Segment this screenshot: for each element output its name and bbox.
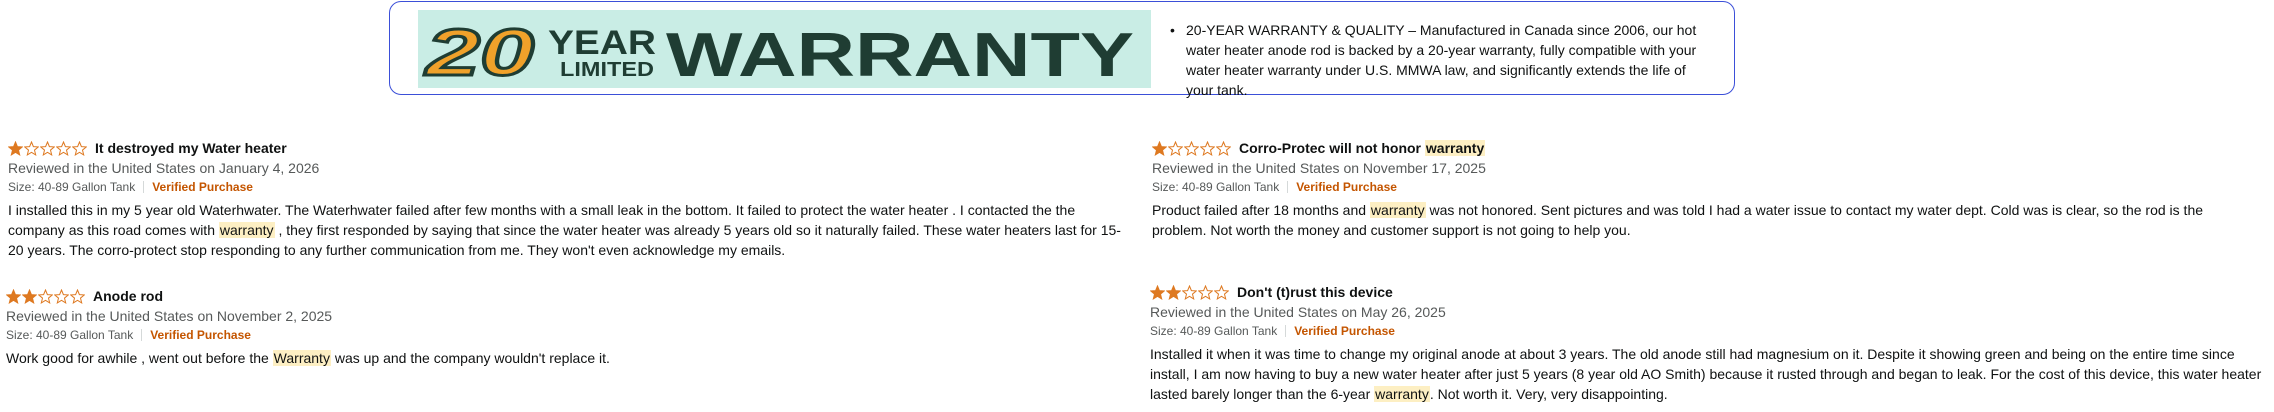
text-segment: Corro-Protec will not honor: [1239, 140, 1425, 156]
text-segment: was up and the company wouldn't replace …: [330, 350, 610, 366]
review-date: Reviewed in the United States on Novembe…: [1152, 160, 1486, 176]
warranty-image-year: YEAR: [548, 24, 656, 62]
review-meta: Size: 40-89 Gallon Tank Verified Purchase: [1152, 180, 2257, 194]
star-empty-icon: [56, 140, 71, 156]
star-rating[interactable]: [1152, 140, 1232, 156]
highlighted-term: warranty: [1424, 140, 1486, 156]
star-empty-icon: [1168, 140, 1183, 156]
text-segment: It destroyed my Water heater: [95, 140, 287, 156]
review-date: Reviewed in the United States on January…: [8, 160, 320, 176]
review-title[interactable]: It destroyed my Water heater: [95, 140, 287, 156]
review: Don't (t)rust this device Reviewed in the…: [1150, 282, 2268, 404]
star-empty-icon: [70, 288, 85, 304]
review: Corro-Protec will not honor warranty Revi…: [1152, 138, 2257, 240]
star-empty-icon: [1216, 140, 1231, 156]
size-option: Size: 40-89 Gallon Tank: [6, 328, 134, 342]
star-rating[interactable]: [8, 140, 88, 156]
warranty-image: 20 YEAR LIMITED WARRANTY: [418, 10, 1151, 88]
star-empty-icon: [38, 288, 53, 304]
text-segment: Work good for awhile , went out before t…: [6, 350, 273, 366]
review-header: It destroyed my Water heater: [8, 138, 1123, 158]
verified-purchase-badge: Verified Purchase: [150, 328, 251, 342]
highlighted-term: Warranty: [272, 350, 331, 366]
star-empty-icon: [54, 288, 69, 304]
size-option: Size: 40-89 Gallon Tank: [1152, 180, 1280, 194]
review-meta: Size: 40-89 Gallon Tank Verified Purchase: [8, 180, 1123, 194]
star-empty-icon: [72, 140, 87, 156]
star-filled-icon: [1166, 284, 1181, 300]
review-header: Corro-Protec will not honor warranty: [1152, 138, 2257, 158]
warranty-image-word: WARRANTY: [666, 21, 1134, 88]
warranty-description: • 20-YEAR WARRANTY & QUALITY – Manufactu…: [1170, 20, 1715, 100]
star-empty-icon: [1198, 284, 1213, 300]
bullet: •: [1170, 22, 1175, 38]
star-empty-icon: [40, 140, 55, 156]
divider: [1285, 325, 1287, 337]
review-body: Installed it when it was time to change …: [1150, 344, 2268, 404]
highlighted-term: warranty: [218, 222, 275, 238]
star-filled-icon: [6, 288, 21, 304]
star-rating[interactable]: [1150, 284, 1230, 300]
warranty-banner: 20 YEAR LIMITED WARRANTY • 20-YEAR WARRA…: [389, 1, 1735, 98]
text-segment: Installed it when it was time to change …: [1150, 346, 2262, 402]
warranty-image-limited: LIMITED: [560, 59, 654, 81]
review-title[interactable]: Don't (t)rust this device: [1237, 284, 1393, 300]
star-filled-icon: [22, 288, 37, 304]
review: Anode rod Reviewed in the United States o…: [6, 286, 1121, 368]
warranty-image-number: 20: [423, 15, 534, 88]
review-body: I installed this in my 5 year old Waterh…: [8, 200, 1123, 260]
review-title[interactable]: Corro-Protec will not honor warranty: [1239, 140, 1486, 156]
review-body: Product failed after 18 months and warra…: [1152, 200, 2257, 240]
review-meta: Size: 40-89 Gallon Tank Verified Purchase: [1150, 324, 2268, 338]
review-title[interactable]: Anode rod: [93, 288, 163, 304]
star-empty-icon: [24, 140, 39, 156]
divider: [1287, 181, 1289, 193]
review: It destroyed my Water heater Reviewed in …: [8, 138, 1123, 260]
review-meta: Size: 40-89 Gallon Tank Verified Purchase: [6, 328, 1121, 342]
star-filled-icon: [1152, 140, 1167, 156]
verified-purchase-badge: Verified Purchase: [1294, 324, 1395, 338]
star-empty-icon: [1214, 284, 1229, 300]
review-header: Anode rod: [6, 286, 1121, 306]
review-header: Don't (t)rust this device: [1150, 282, 2268, 302]
text-segment: Don't (t)rust this device: [1237, 284, 1393, 300]
review-date: Reviewed in the United States on May 26,…: [1150, 304, 1446, 320]
divider: [143, 181, 145, 193]
star-filled-icon: [8, 140, 23, 156]
star-empty-icon: [1200, 140, 1215, 156]
verified-purchase-badge: Verified Purchase: [152, 180, 253, 194]
star-empty-icon: [1182, 284, 1197, 300]
text-segment: Product failed after 18 months and: [1152, 202, 1370, 218]
highlighted-term: warranty: [1369, 202, 1426, 218]
star-empty-icon: [1184, 140, 1199, 156]
warranty-description-text: 20-YEAR WARRANTY & QUALITY – Manufacture…: [1186, 22, 1697, 98]
verified-purchase-badge: Verified Purchase: [1296, 180, 1397, 194]
text-segment: . Not worth it. Very, very disappointing…: [1429, 386, 1668, 402]
highlighted-term: warranty: [1374, 386, 1430, 402]
star-rating[interactable]: [6, 288, 86, 304]
size-option: Size: 40-89 Gallon Tank: [8, 180, 136, 194]
review-date: Reviewed in the United States on Novembe…: [6, 308, 333, 324]
star-filled-icon: [1150, 284, 1165, 300]
size-option: Size: 40-89 Gallon Tank: [1150, 324, 1278, 338]
text-segment: Anode rod: [93, 288, 163, 304]
review-body: Work good for awhile , went out before t…: [6, 348, 1121, 368]
divider: [141, 329, 143, 341]
